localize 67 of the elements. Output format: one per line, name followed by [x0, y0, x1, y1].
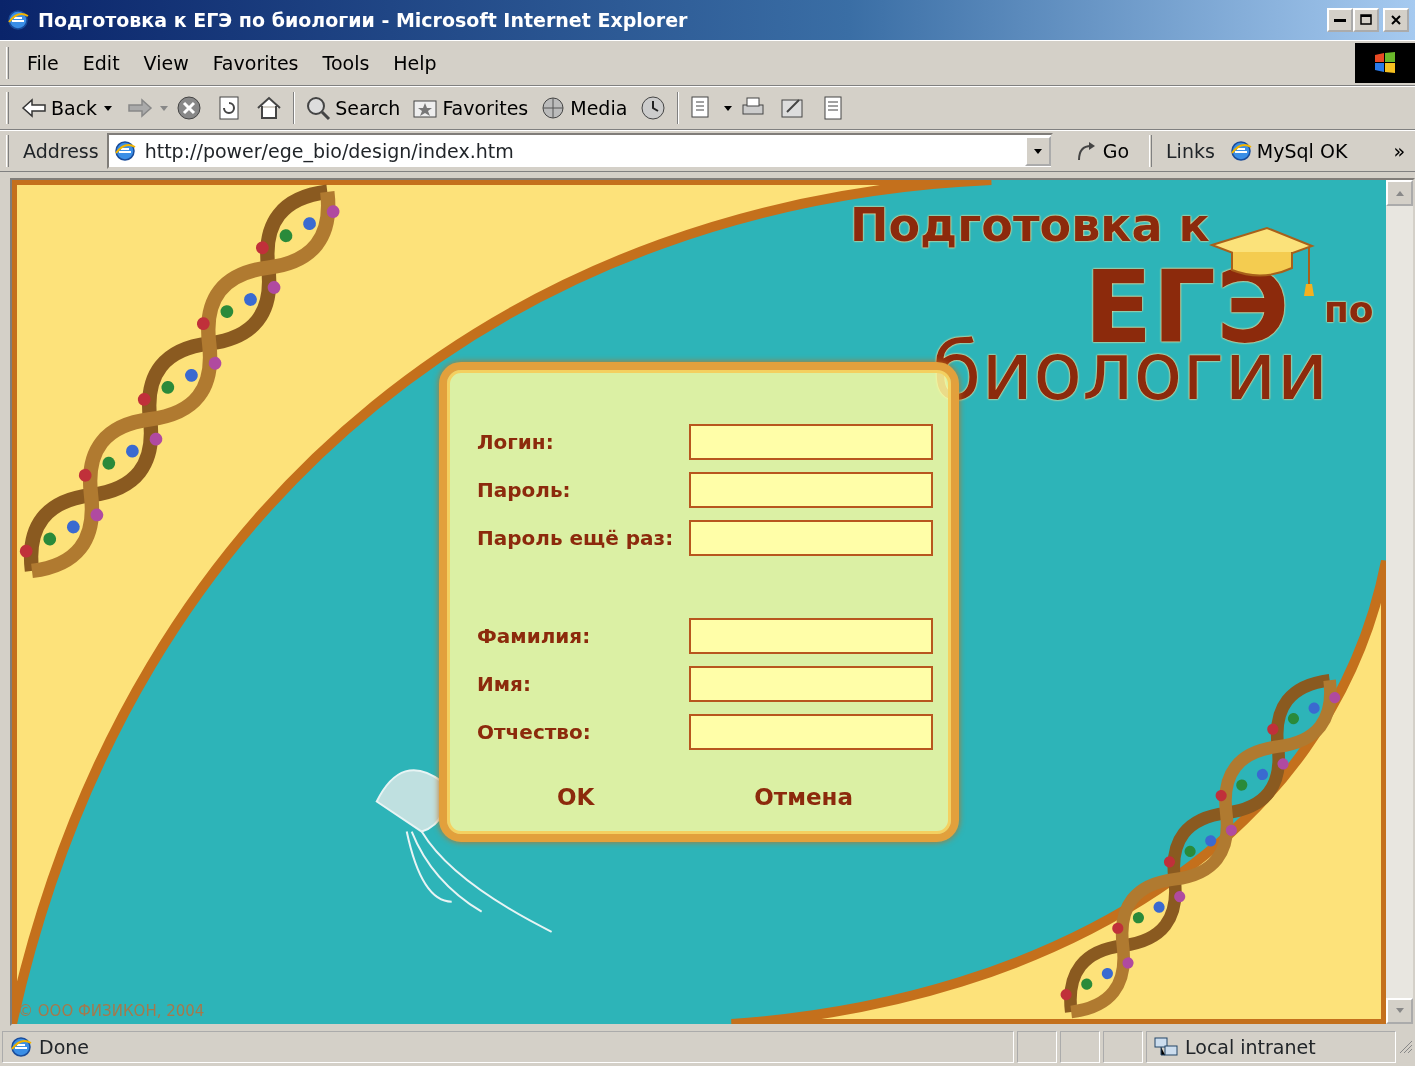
- menu-item[interactable]: Edit: [70, 46, 132, 80]
- down-arrow-icon: [1394, 1007, 1405, 1015]
- forward-arrow-icon: [127, 97, 154, 119]
- window-title: Подготовка к ЕГЭ по биологии - Microsoft Internet Explorer: [38, 7, 689, 33]
- menu-item[interactable]: Favorites: [200, 46, 311, 80]
- caret-icon[interactable]: [723, 104, 734, 112]
- resize-grip-icon: [1399, 1040, 1413, 1054]
- minimize-icon: [1334, 18, 1346, 22]
- menu-item[interactable]: Tools: [310, 46, 382, 80]
- flag-icon: [1372, 50, 1398, 76]
- ie-page-icon: [1228, 139, 1253, 163]
- url-text: http://power/ege_bio/design/index.htm: [144, 138, 515, 165]
- search-icon: [305, 95, 332, 121]
- media-button[interactable]: Media: [534, 91, 634, 125]
- scroll-down-button[interactable]: [1386, 998, 1413, 1024]
- ie-page-icon: [112, 139, 137, 163]
- address-field[interactable]: http://power/ege_bio/design/index.htm: [106, 133, 1053, 169]
- up-arrow-icon: [1394, 189, 1405, 197]
- favorites-button[interactable]: Favorites: [406, 91, 535, 125]
- status-pane: [1060, 1031, 1100, 1063]
- caret-icon: [1032, 147, 1043, 155]
- back-arrow-icon: [21, 97, 47, 119]
- address-label: Address: [23, 138, 99, 164]
- input-field[interactable]: [688, 714, 933, 750]
- history-icon: [639, 94, 668, 122]
- input-field[interactable]: [688, 424, 933, 460]
- scroll-up-button[interactable]: [1386, 180, 1413, 206]
- zone-text: Local intranet: [1185, 1034, 1316, 1060]
- links-label: Links: [1166, 138, 1215, 164]
- status-pane: [1017, 1031, 1057, 1063]
- ie-page-icon: [9, 1035, 33, 1059]
- scrollbar[interactable]: [1386, 180, 1413, 1024]
- ok-button[interactable]: OK: [548, 778, 603, 817]
- copyright-text: © ООО ФИЗИКОН, 2004: [18, 1000, 205, 1022]
- go-button[interactable]: Go: [1068, 134, 1136, 168]
- back-button[interactable]: Back: [15, 91, 104, 125]
- minimize-button[interactable]: [1327, 8, 1353, 32]
- caret-icon[interactable]: [103, 104, 114, 112]
- maximize-button[interactable]: [1353, 8, 1379, 32]
- logo-text: Подготовка к: [850, 202, 1210, 248]
- field-label: Отчество:: [477, 719, 592, 746]
- chevron-button[interactable]: »: [1387, 134, 1411, 168]
- cancel-button[interactable]: Отмена: [746, 778, 861, 817]
- field-label: Пароль ещё раз:: [477, 525, 675, 552]
- field-label: Пароль:: [477, 477, 572, 504]
- ie-logo-icon: [6, 8, 30, 32]
- status-text: Done: [39, 1034, 89, 1060]
- input-field[interactable]: [688, 520, 933, 556]
- input-field[interactable]: [688, 666, 933, 702]
- close-button[interactable]: [1383, 8, 1409, 32]
- status-pane: [1103, 1031, 1143, 1063]
- search-button[interactable]: Search: [299, 91, 407, 125]
- maximize-icon: [1358, 12, 1374, 28]
- logo-text: по: [1324, 292, 1374, 328]
- menu-item[interactable]: View: [131, 46, 201, 80]
- stop-icon: [175, 94, 204, 122]
- field-label: Логин:: [477, 429, 555, 456]
- input-field[interactable]: [688, 472, 933, 508]
- dropdown-button[interactable]: [1024, 136, 1051, 166]
- field-label: Фамилия:: [477, 623, 592, 650]
- network-computers-icon: [1153, 1035, 1179, 1059]
- menu-item[interactable]: File: [15, 46, 71, 80]
- field-label: Имя:: [477, 671, 532, 698]
- globe-icon: [540, 95, 567, 121]
- input-field[interactable]: [688, 618, 933, 654]
- menu-item[interactable]: Help: [381, 46, 449, 80]
- link-button[interactable]: MySql OK: [1222, 134, 1354, 168]
